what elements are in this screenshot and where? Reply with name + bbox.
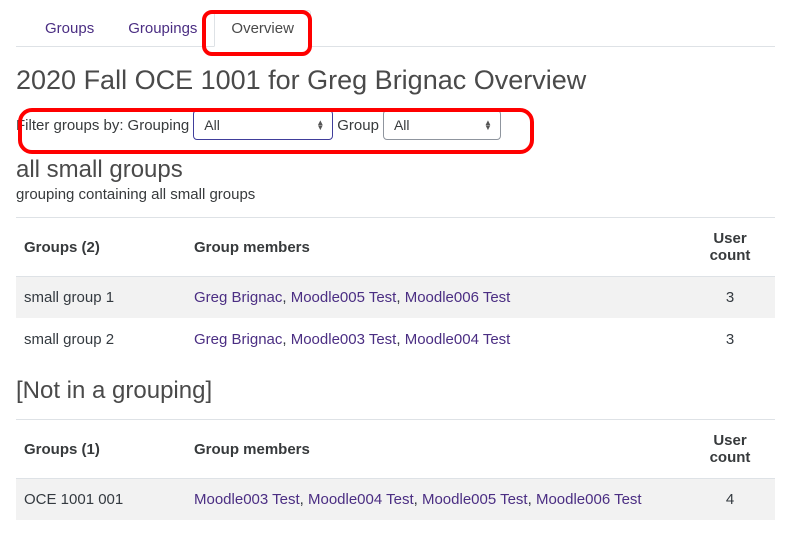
- member-link[interactable]: Moodle005 Test: [291, 289, 397, 306]
- groups-table: Groups (1) Group members Usercount OCE 1…: [16, 419, 775, 521]
- member-link[interactable]: Moodle004 Test: [308, 491, 414, 508]
- member-link[interactable]: Moodle003 Test: [194, 491, 300, 508]
- filter-prefix: Filter groups by:: [16, 117, 124, 134]
- group-select-wrap: All ▲▼: [383, 110, 501, 140]
- section-title: all small groups: [16, 156, 775, 184]
- member-link[interactable]: Moodle006 Test: [536, 491, 642, 508]
- user-count: 4: [685, 479, 775, 521]
- section-desc: grouping containing all small groups: [16, 186, 775, 203]
- chevron-updown-icon: ▲▼: [484, 120, 492, 130]
- grouping-select-wrap: All ▲▼: [193, 110, 333, 140]
- user-count: 3: [685, 319, 775, 361]
- member-link[interactable]: Moodle004 Test: [405, 331, 511, 348]
- groups-table: Groups (2) Group members Usercount small…: [16, 217, 775, 361]
- page-title: 2020 Fall OCE 1001 for Greg Brignac Over…: [16, 65, 775, 96]
- table-row: OCE 1001 001 Moodle003 Test, Moodle004 T…: [16, 479, 775, 521]
- tab-groups[interactable]: Groups: [28, 10, 111, 47]
- member-link[interactable]: Greg Brignac: [194, 289, 282, 306]
- section-title: [Not in a grouping]: [16, 377, 775, 405]
- group-name: OCE 1001 001: [16, 479, 186, 521]
- group-members: Moodle003 Test, Moodle004 Test, Moodle00…: [186, 479, 685, 521]
- group-name: small group 2: [16, 319, 186, 361]
- tab-groupings[interactable]: Groupings: [111, 10, 214, 47]
- member-link[interactable]: Moodle003 Test: [291, 331, 397, 348]
- col-members-header: Group members: [186, 420, 685, 479]
- table-row: small group 2 Greg Brignac, Moodle003 Te…: [16, 319, 775, 361]
- group-name: small group 1: [16, 277, 186, 319]
- col-count-header: Usercount: [685, 218, 775, 277]
- tab-overview[interactable]: Overview: [214, 10, 311, 47]
- col-groups-header: Groups (2): [16, 218, 186, 277]
- filter-group-label: Group: [337, 117, 379, 134]
- chevron-updown-icon: ▲▼: [316, 120, 324, 130]
- filter-row: Filter groups by:Grouping All ▲▼ Group A…: [16, 104, 775, 146]
- col-count-header: Usercount: [685, 420, 775, 479]
- user-count: 3: [685, 277, 775, 319]
- filter-grouping-label: Grouping: [128, 117, 190, 134]
- member-link[interactable]: Moodle006 Test: [405, 289, 511, 306]
- member-link[interactable]: Greg Brignac: [194, 331, 282, 348]
- group-members: Greg Brignac, Moodle005 Test, Moodle006 …: [186, 277, 685, 319]
- col-members-header: Group members: [186, 218, 685, 277]
- group-members: Greg Brignac, Moodle003 Test, Moodle004 …: [186, 319, 685, 361]
- page-root: Groups Groupings Overview 2020 Fall OCE …: [16, 10, 775, 521]
- member-link[interactable]: Moodle005 Test: [422, 491, 528, 508]
- table-row: small group 1 Greg Brignac, Moodle005 Te…: [16, 277, 775, 319]
- tab-bar: Groups Groupings Overview: [16, 10, 775, 47]
- col-groups-header: Groups (1): [16, 420, 186, 479]
- group-select[interactable]: All: [384, 113, 438, 137]
- grouping-select[interactable]: All: [194, 113, 248, 137]
